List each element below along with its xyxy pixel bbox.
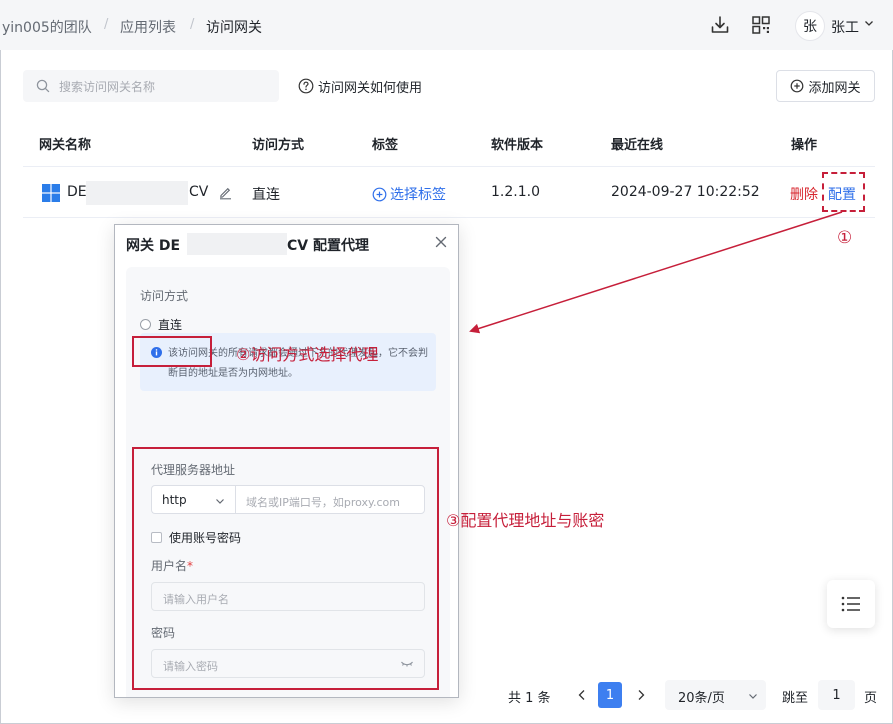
dialog-title-suffix: CV 配置代理 (287, 238, 369, 254)
annotation-box-proxy (132, 336, 212, 367)
pagination-current-page[interactable]: 1 (598, 682, 622, 708)
radio-direct[interactable]: 直连 (140, 316, 182, 333)
annotation-box-proxy-config (132, 447, 439, 690)
redacted-name (187, 233, 287, 255)
chevron-down-icon (749, 694, 757, 699)
page-size-value: 20条/页 (678, 691, 725, 706)
pagination-total: 共 1 条 (508, 691, 551, 706)
dialog-title-prefix: 网关 DE (126, 238, 181, 254)
page-unit-label: 页 (864, 691, 878, 706)
page-size-select[interactable]: 20条/页 (665, 680, 766, 710)
radio-circle (140, 319, 151, 330)
annotation-step2: ②访问方式选择代理 (236, 345, 379, 364)
annotation-step3: ③配置代理地址与账密 (446, 511, 605, 530)
radio-direct-label: 直连 (158, 318, 183, 332)
close-icon[interactable] (434, 235, 448, 249)
list-icon (841, 596, 860, 612)
chevron-left-icon[interactable] (577, 689, 587, 701)
goto-page-input[interactable]: 1 (818, 680, 855, 710)
list-menu-button[interactable] (827, 580, 875, 628)
chevron-right-icon[interactable] (636, 689, 646, 701)
goto-label: 跳至 (782, 691, 809, 706)
access-method-label: 访问方式 (140, 289, 189, 303)
